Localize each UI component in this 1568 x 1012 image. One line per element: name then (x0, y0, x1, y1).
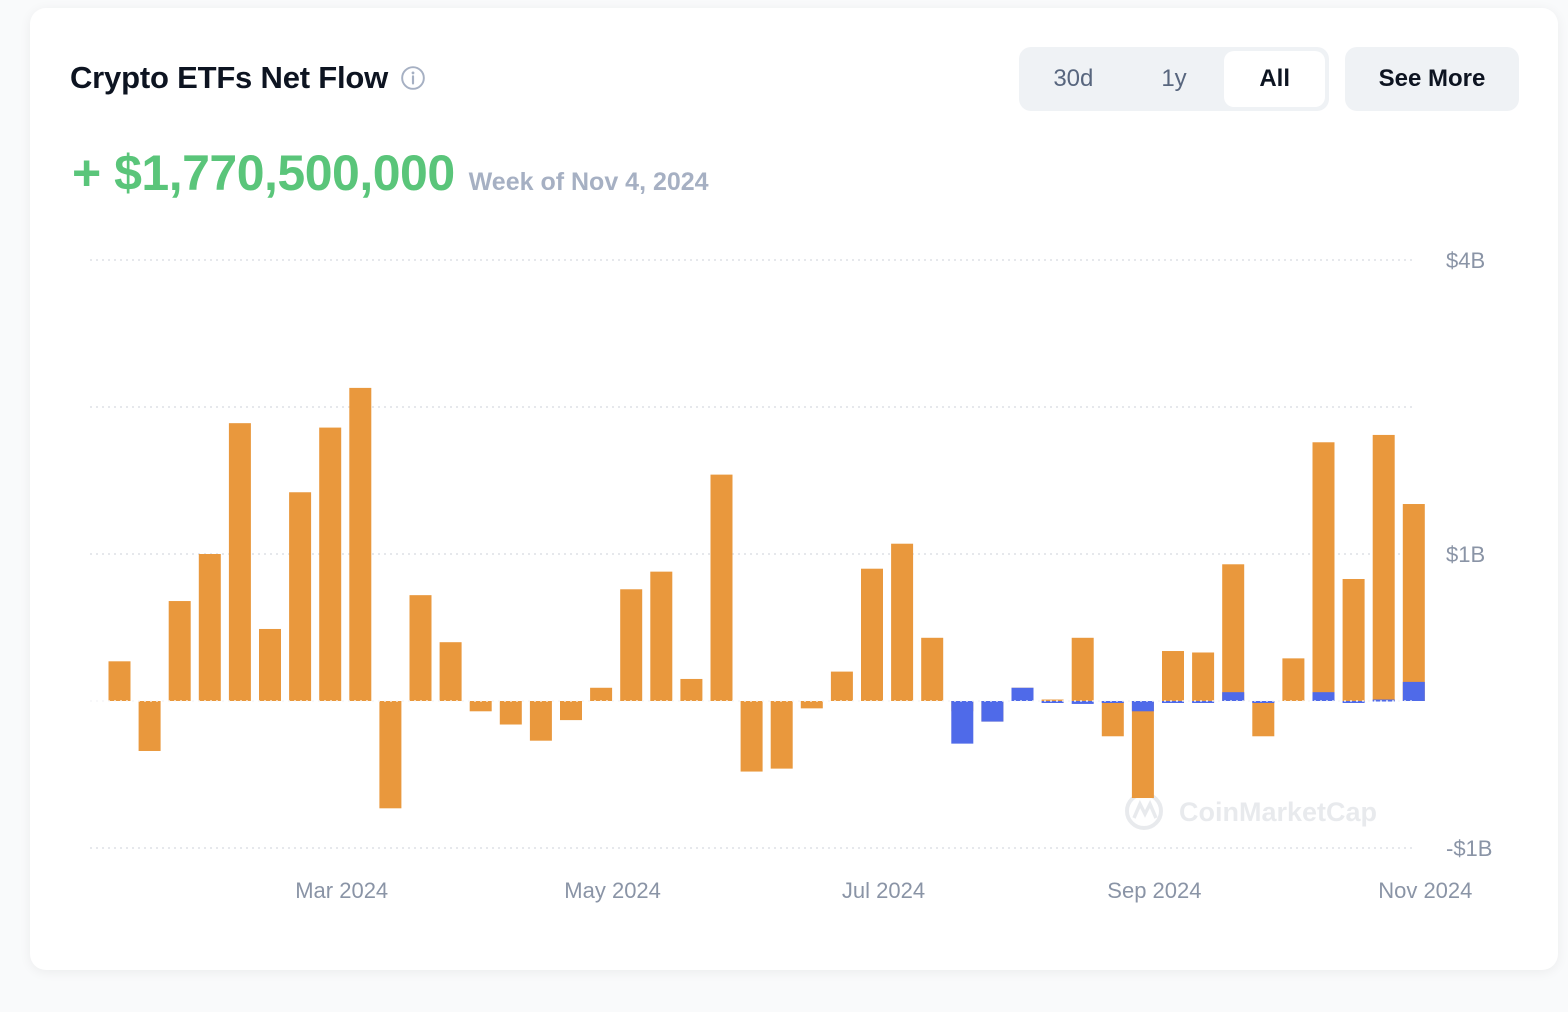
y-tick-label: $1B (1446, 542, 1485, 567)
bar-btc (1101, 701, 1124, 737)
y-tick-label: $4B (1446, 248, 1485, 273)
bar-eth (1131, 701, 1154, 712)
bar-btc (1192, 652, 1215, 701)
bar-btc (800, 701, 823, 709)
bar-btc (1312, 442, 1335, 701)
bar-btc (861, 568, 883, 701)
bar-eth (1011, 687, 1034, 701)
bar-eth (1402, 681, 1425, 701)
bar-btc (439, 642, 462, 701)
bar-btc (1252, 701, 1275, 737)
bar-btc (499, 701, 522, 725)
bar-btc (830, 671, 853, 701)
bar-btc (1131, 701, 1154, 799)
bar-btc (469, 701, 492, 712)
bar-btc (1162, 651, 1184, 701)
y-tick-label: -$1B (1446, 836, 1492, 861)
x-tick-label: Jul 2024 (842, 878, 925, 903)
bar-btc (409, 595, 432, 701)
bar-btc (680, 678, 703, 701)
x-tick-label: Mar 2024 (295, 878, 388, 903)
bar-btc (289, 492, 312, 701)
bar-btc (259, 628, 281, 701)
coinmarketcap-watermark: CoinMarketCap (1125, 792, 1377, 830)
bar-eth (1222, 692, 1245, 701)
bar-btc (710, 474, 733, 701)
bar-btc (1402, 504, 1425, 701)
x-tick-label: Sep 2024 (1107, 878, 1201, 903)
coinmarketcap-logo-mark (1132, 799, 1158, 819)
bar-btc (168, 601, 191, 701)
bar-btc (590, 687, 613, 701)
bar-btc (921, 637, 944, 701)
bar-btc (1071, 637, 1094, 701)
bar-eth (1372, 699, 1395, 702)
watermark-text: CoinMarketCap (1179, 797, 1377, 827)
bar-btc (770, 701, 793, 769)
bar-btc (228, 423, 251, 701)
bar-eth (951, 701, 974, 744)
bar-btc (529, 701, 552, 741)
bar-btc (650, 571, 673, 701)
bar-btc (319, 427, 342, 701)
bar-btc (108, 661, 131, 701)
x-tick-label: Nov 2024 (1378, 878, 1472, 903)
x-tick-label: May 2024 (564, 878, 661, 903)
bar-btc (1282, 658, 1305, 701)
bar-btc (379, 701, 402, 809)
bar-btc (740, 701, 763, 772)
bar-btc (198, 554, 221, 701)
bar-btc (1222, 564, 1245, 701)
bar-btc (1342, 578, 1365, 701)
bar-btc (349, 387, 372, 701)
bar-eth (981, 701, 1004, 722)
bar-btc (891, 543, 914, 701)
bar-btc (560, 701, 582, 721)
bar-btc (1372, 434, 1395, 701)
net-flow-bar-chart: $4B $1B -$1B Mar 2024 May 2024 Jul 2024 Sep 20… (90, 248, 1492, 903)
bar-eth (1312, 692, 1335, 701)
bar-btc (138, 701, 161, 751)
bar-btc (620, 589, 643, 701)
